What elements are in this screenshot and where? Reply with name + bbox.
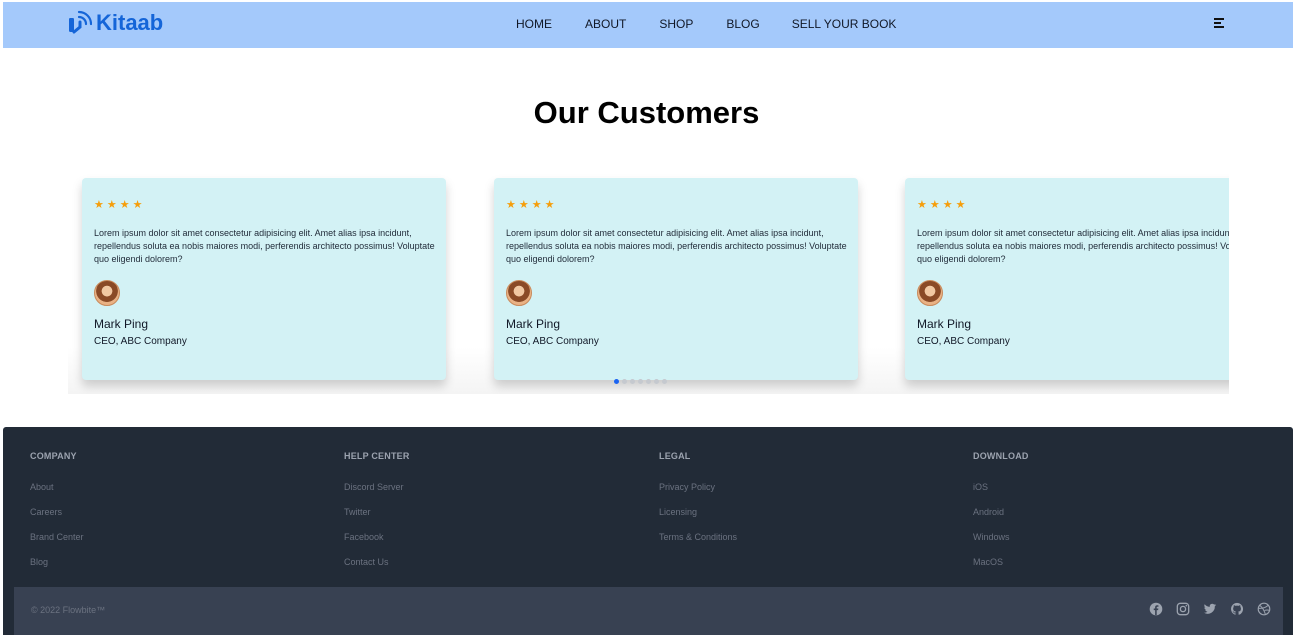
facebook-icon[interactable] <box>1149 602 1163 616</box>
footer-column-company: COMPANY About Careers Brand Center Blog <box>30 451 84 582</box>
carousel-indicators <box>614 379 667 384</box>
brand-logo[interactable]: Kitaab <box>66 10 163 36</box>
footer-column-download: DOWNLOAD iOS Android Windows MacOS <box>973 451 1029 582</box>
footer-column-legal: LEGAL Privacy Policy Licensing Terms & C… <box>659 451 737 557</box>
social-links <box>1149 602 1271 616</box>
carousel-dot[interactable] <box>622 379 627 384</box>
star-rating-icon: ★★★★ <box>506 199 558 211</box>
testimonial-carousel[interactable]: ★★★★ Lorem ipsum dolor sit amet consecte… <box>68 160 1229 394</box>
footer-link-android[interactable]: Android <box>973 507 1029 517</box>
footer-column-title: HELP CENTER <box>344 451 410 461</box>
footer-link-blog[interactable]: Blog <box>30 557 84 567</box>
carousel-dot[interactable] <box>630 379 635 384</box>
instagram-icon[interactable] <box>1176 602 1190 616</box>
dribbble-icon[interactable] <box>1257 602 1271 616</box>
carousel-dot[interactable] <box>638 379 643 384</box>
carousel-dot[interactable] <box>662 379 667 384</box>
footer-column-help-center: HELP CENTER Discord Server Twitter Faceb… <box>344 451 410 582</box>
testimonial-card: ★★★★ Lorem ipsum dolor sit amet consecte… <box>494 178 858 380</box>
footer-link-ios[interactable]: iOS <box>973 482 1029 492</box>
footer-link-about[interactable]: About <box>30 482 84 492</box>
github-icon[interactable] <box>1230 602 1244 616</box>
avatar <box>917 280 943 306</box>
nav-link-sell-your-book[interactable]: SELL YOUR BOOK <box>792 17 897 31</box>
footer-link-privacy-policy[interactable]: Privacy Policy <box>659 482 737 492</box>
copyright-text: © 2022 Flowbite™ <box>31 605 106 615</box>
customer-name: Mark Ping <box>506 317 561 331</box>
customer-role: CEO, ABC Company <box>917 336 1010 347</box>
testimonial-quote: Lorem ipsum dolor sit amet consectetur a… <box>506 228 847 264</box>
avatar <box>506 280 532 306</box>
nav-link-blog[interactable]: BLOG <box>726 17 759 31</box>
main-nav: HOME ABOUT SHOP BLOG SELL YOUR BOOK <box>516 17 928 31</box>
footer-link-windows[interactable]: Windows <box>973 532 1029 542</box>
testimonial-card: ★★★★ Lorem ipsum dolor sit amet consecte… <box>905 178 1229 380</box>
customer-name: Mark Ping <box>94 317 149 331</box>
footer-bottom-bar: © 2022 Flowbite™ <box>14 587 1283 635</box>
footer-link-licensing[interactable]: Licensing <box>659 507 737 517</box>
brand-name: Kitaab <box>96 10 164 35</box>
footer-link-brand-center[interactable]: Brand Center <box>30 532 84 542</box>
hamburger-menu-icon[interactable] <box>1214 18 1226 30</box>
customer-name: Mark Ping <box>917 317 972 331</box>
nav-link-home[interactable]: HOME <box>516 17 552 31</box>
footer-column-title: COMPANY <box>30 451 77 461</box>
footer-link-contact-us[interactable]: Contact Us <box>344 557 410 567</box>
footer-link-macos[interactable]: MacOS <box>973 557 1029 567</box>
footer-link-careers[interactable]: Careers <box>30 507 84 517</box>
twitter-icon[interactable] <box>1203 602 1217 616</box>
nav-link-shop[interactable]: SHOP <box>659 17 693 31</box>
footer-link-terms-conditions[interactable]: Terms & Conditions <box>659 532 737 542</box>
avatar <box>94 280 120 306</box>
footer-link-discord-server[interactable]: Discord Server <box>344 482 410 492</box>
customer-role: CEO, ABC Company <box>506 336 599 347</box>
footer-column-title: DOWNLOAD <box>973 451 1029 461</box>
nav-link-about[interactable]: ABOUT <box>585 17 626 31</box>
footer-column-title: LEGAL <box>659 451 691 461</box>
footer-link-twitter[interactable]: Twitter <box>344 507 410 517</box>
carousel-dot[interactable] <box>654 379 659 384</box>
customer-role: CEO, ABC Company <box>94 336 187 347</box>
carousel-dot[interactable] <box>646 379 651 384</box>
navbar: Kitaab HOME ABOUT SHOP BLOG SELL YOUR BO… <box>3 2 1293 48</box>
carousel-dot[interactable] <box>614 379 619 384</box>
testimonial-quote: Lorem ipsum dolor sit amet consectetur a… <box>94 228 435 264</box>
star-rating-icon: ★★★★ <box>917 199 969 211</box>
testimonial-card: ★★★★ Lorem ipsum dolor sit amet consecte… <box>82 178 446 380</box>
footer: COMPANY About Careers Brand Center Blog … <box>3 427 1293 635</box>
footer-link-facebook[interactable]: Facebook <box>344 532 410 542</box>
wifi-book-icon <box>69 10 92 34</box>
section-title: Our Customers <box>533 95 760 130</box>
testimonial-quote: Lorem ipsum dolor sit amet consectetur a… <box>917 228 1229 264</box>
star-rating-icon: ★★★★ <box>94 199 146 211</box>
